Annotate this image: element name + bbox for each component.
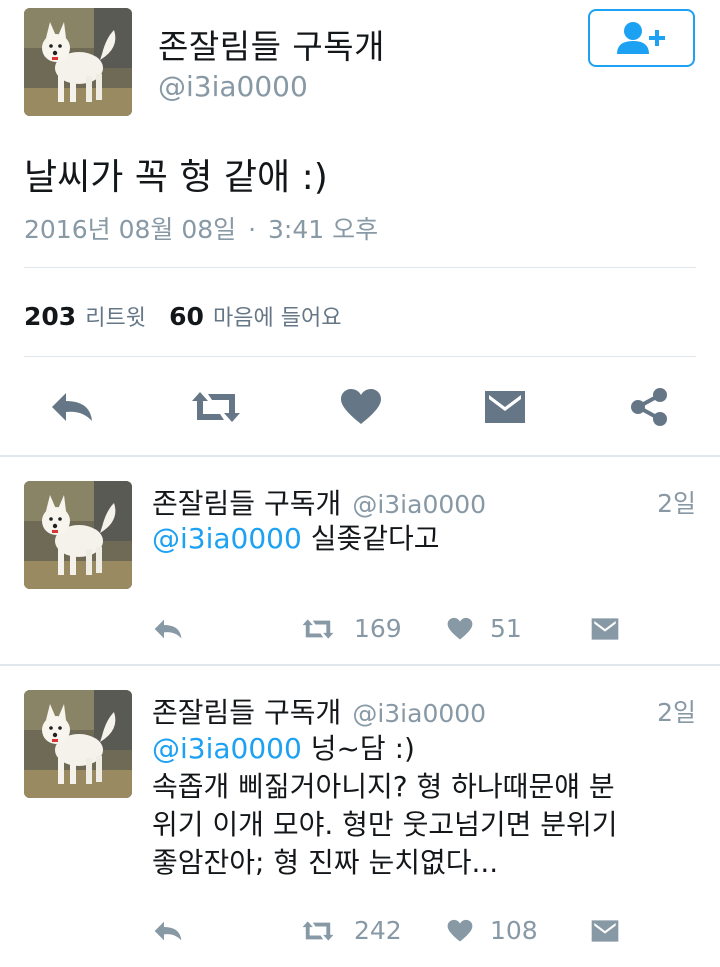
reply-display-name[interactable]: 존잘림들 구독개	[152, 487, 341, 520]
divider	[24, 267, 696, 268]
retweet-button[interactable]	[296, 612, 340, 646]
reply-time[interactable]: 2일	[657, 484, 696, 520]
tweet-date: 2016년 08월 08일	[24, 215, 237, 244]
envelope-icon	[591, 920, 619, 942]
reply-text: @i3ia0000 넝~담 :) 속좁개 삐짊거아니지? 형 하나때문얘 분 위…	[152, 730, 698, 882]
reply-text: @i3ia0000 실좆같다고	[152, 520, 698, 558]
reply-avatar[interactable]	[24, 481, 132, 589]
like-button[interactable]	[442, 612, 478, 646]
dog-avatar-image	[24, 8, 132, 116]
author-avatar[interactable]	[24, 8, 132, 116]
reply-like-count: 51	[490, 614, 522, 643]
retweet-icon	[302, 921, 334, 941]
reply-icon	[154, 619, 182, 639]
dog-avatar-image	[24, 690, 132, 798]
retweet-icon	[192, 392, 240, 422]
add-user-icon	[616, 22, 665, 54]
like-label[interactable]: 마음에 들어요	[213, 306, 341, 331]
reply-mention[interactable]: @i3ia0000	[152, 732, 302, 765]
reply-retweet-count: 169	[354, 614, 402, 643]
share-button[interactable]	[624, 384, 674, 430]
like-count[interactable]: 60	[169, 302, 204, 331]
tweet-time: 3:41 오후	[268, 215, 379, 244]
envelope-icon	[591, 618, 619, 640]
reply-line: 좋암잔아; 형 진짜 눈치엾다...	[152, 846, 499, 879]
reply-button[interactable]	[148, 914, 188, 948]
direct-message-button[interactable]	[480, 384, 530, 430]
retweet-button[interactable]	[296, 914, 340, 948]
retweet-count[interactable]: 203	[24, 302, 76, 331]
tweet-text: 날씨가 꼭 형 같애 :)	[24, 157, 328, 198]
reply-like-count: 108	[490, 916, 538, 945]
author-handle[interactable]: @i3ia0000	[158, 70, 308, 103]
reply-header: 존잘림들 구독개 @i3ia0000	[152, 482, 486, 522]
reply-handle[interactable]: @i3ia0000	[352, 699, 486, 728]
reply-header: 존잘림들 구독개 @i3ia0000	[152, 691, 486, 731]
like-button[interactable]	[336, 384, 386, 430]
reply-line: 위기 이개 모야. 형만 웃고넘기면 분위기	[152, 808, 618, 841]
reply-first-line: @i3ia0000 넝~담 :)	[152, 730, 698, 768]
author-display-name[interactable]: 존잘림들 구독개	[158, 20, 385, 68]
direct-message-button[interactable]	[586, 612, 624, 646]
reply-button[interactable]	[148, 612, 188, 646]
retweet-label[interactable]: 리트윗	[85, 306, 146, 331]
tweet-timestamp[interactable]: 2016년 08월 08일 · 3:41 오후	[24, 210, 378, 246]
follow-button[interactable]	[588, 9, 695, 67]
direct-message-button[interactable]	[586, 914, 624, 948]
reply-avatar[interactable]	[24, 690, 132, 798]
section-divider	[0, 664, 720, 666]
reply-retweet-count: 242	[354, 916, 402, 945]
tweet-stats: 203 리트윗 60 마음에 들어요	[24, 300, 341, 332]
dog-avatar-image	[24, 481, 132, 589]
retweet-icon	[302, 619, 334, 639]
heart-icon	[447, 919, 473, 942]
section-divider	[0, 455, 720, 457]
reply-button[interactable]	[44, 384, 100, 430]
envelope-icon	[485, 391, 525, 423]
timestamp-separator: ·	[248, 215, 257, 244]
reply-body: 실좆같다고	[301, 522, 440, 555]
retweet-button[interactable]	[186, 384, 246, 430]
reply-line: 속좁개 삐짊거아니지? 형 하나때문얘 분	[152, 770, 615, 803]
like-button[interactable]	[442, 914, 478, 948]
reply-handle[interactable]: @i3ia0000	[352, 490, 486, 519]
reply-icon	[52, 393, 92, 421]
heart-icon	[447, 617, 473, 640]
reply-time[interactable]: 2일	[657, 693, 696, 729]
heart-icon	[341, 389, 381, 424]
share-icon	[631, 388, 667, 426]
reply-display-name[interactable]: 존잘림들 구독개	[152, 696, 341, 729]
divider	[24, 356, 696, 357]
reply-body: 넝~담 :)	[301, 732, 415, 765]
reply-mention[interactable]: @i3ia0000	[152, 522, 302, 555]
reply-icon	[154, 921, 182, 941]
